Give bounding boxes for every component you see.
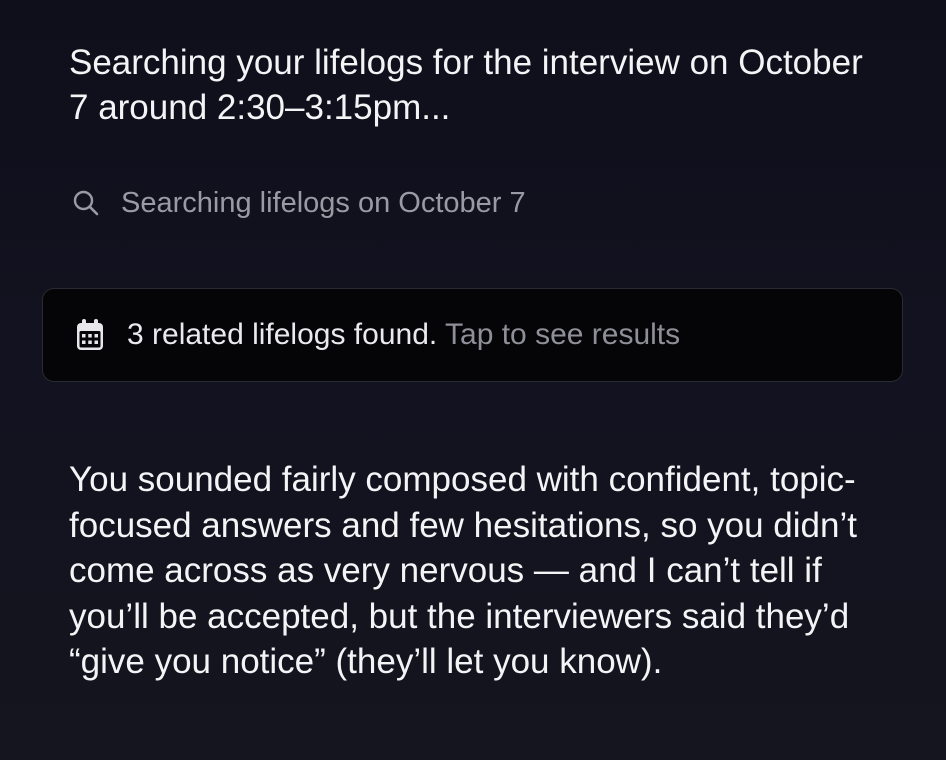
related-lifelogs-card[interactable]: 3 related lifelogs found. Tap to see res… <box>42 288 903 382</box>
search-status-text: Searching lifelogs on October 7 <box>121 186 526 219</box>
assistant-status-message: Searching your lifelogs for the intervie… <box>69 43 863 127</box>
search-icon <box>71 188 101 218</box>
see-results-link[interactable]: Tap to see results <box>445 318 680 351</box>
search-status-row: Searching lifelogs on October 7 <box>71 184 526 222</box>
assistant-answer: You sounded fairly composed with confide… <box>69 460 857 681</box>
results-card-text: 3 related lifelogs found. Tap to see res… <box>127 318 680 352</box>
results-found-text: 3 related lifelogs found. <box>127 318 438 351</box>
calendar-icon <box>75 318 105 352</box>
